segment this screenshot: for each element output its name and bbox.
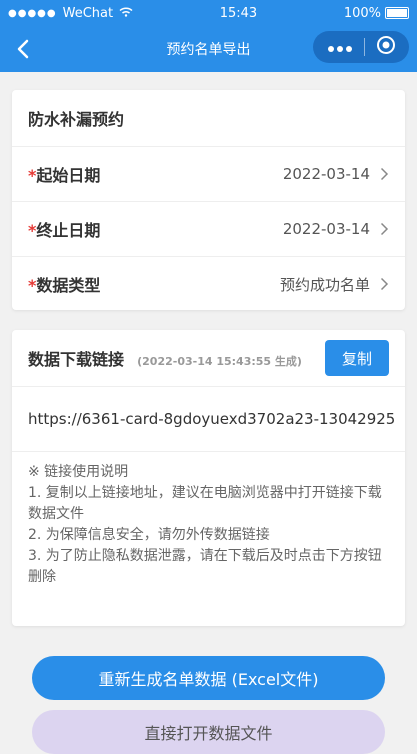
note-item: 2. 为保障信息安全，请勿外传数据链接 [28, 527, 270, 543]
note-item: 1. 复制以上链接地址，建议在电脑浏览器中打开链接下载数据文件 [28, 485, 382, 522]
note-item: 3. 为了防止隐私数据泄露，请在下载后及时点击下方按钮删除 [28, 548, 382, 585]
wifi-icon [119, 6, 133, 21]
end-date-row[interactable]: *终止日期 2022-03-14 [12, 201, 405, 256]
booking-card: 防水补漏预约 *起始日期 2022-03-14 *终止日期 2022-03-14… [12, 90, 405, 310]
status-bar: ●●●●● WeChat 15:43 100% [0, 0, 417, 26]
start-date-label: 起始日期 [36, 166, 101, 185]
data-type-row[interactable]: *数据类型 预约成功名单 [12, 256, 405, 311]
chevron-right-icon [380, 277, 389, 291]
mini-program-capsule [313, 31, 409, 63]
battery-percent: 100% [343, 5, 381, 21]
usage-notes: ※ 链接使用说明 1. 复制以上链接地址，建议在电脑浏览器中打开链接下载数据文件… [12, 452, 405, 598]
chevron-right-icon [380, 167, 389, 181]
signal-icon: ●●●●● [8, 7, 57, 19]
page-title: 预约名单导出 [166, 42, 251, 58]
regenerate-button[interactable]: 重新生成名单数据 (Excel文件) [32, 656, 385, 700]
chevron-right-icon [380, 222, 389, 236]
carrier-name: WeChat [62, 5, 114, 21]
battery-icon [384, 7, 409, 19]
close-button[interactable] [376, 35, 396, 59]
start-date-row[interactable]: *起始日期 2022-03-14 [12, 146, 405, 201]
download-card: 数据下载链接 (2022-03-14 15:43:55 生成) 复制 https… [12, 330, 405, 626]
clock: 15:43 [219, 5, 258, 21]
download-header: 数据下载链接 (2022-03-14 15:43:55 生成) 复制 [12, 330, 405, 386]
more-button[interactable] [327, 38, 353, 57]
target-icon [376, 36, 395, 54]
copy-button[interactable]: 复制 [325, 340, 389, 376]
data-type-value: 预约成功名单 [279, 275, 370, 294]
download-title: 数据下载链接 [28, 350, 125, 369]
booking-title: 防水补漏预约 [28, 110, 125, 129]
end-date-value: 2022-03-14 [282, 220, 370, 238]
nav-bar: 预约名单导出 [0, 26, 417, 72]
end-date-label: 终止日期 [36, 221, 101, 240]
notes-heading: ※ 链接使用说明 [28, 464, 129, 480]
more-icon [327, 45, 352, 52]
capsule-divider [363, 38, 365, 56]
start-date-value: 2022-03-14 [282, 165, 370, 183]
data-type-label: 数据类型 [36, 276, 101, 295]
top-bar: ●●●●● WeChat 15:43 100% 预约名单导出 [0, 0, 417, 72]
back-button[interactable] [10, 34, 36, 64]
generated-time: (2022-03-14 15:43:55 生成) [137, 355, 302, 368]
download-link[interactable]: https://6361-card-8gdoyuexd3702a23-13042… [12, 386, 405, 452]
open-file-button[interactable]: 直接打开数据文件 [32, 710, 385, 754]
chevron-left-icon [17, 39, 29, 59]
